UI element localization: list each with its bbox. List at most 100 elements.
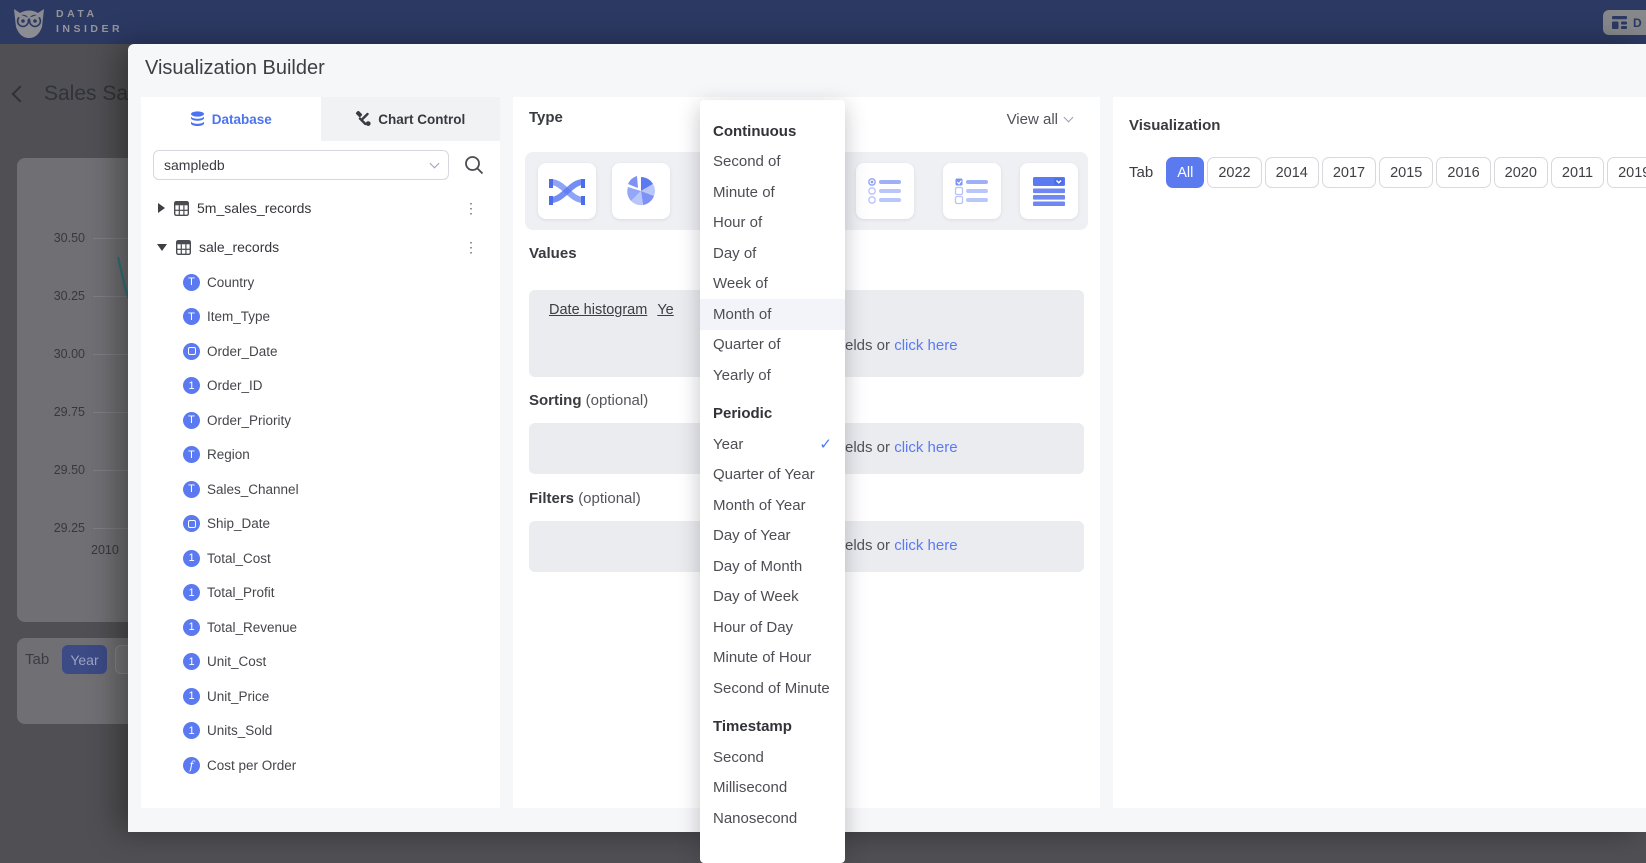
- value-pill-link[interactable]: Ye: [657, 302, 673, 318]
- kebab-menu-icon[interactable]: ⋮: [464, 239, 478, 256]
- menu-item-hour-of-day[interactable]: Hour of Day: [700, 612, 845, 643]
- dropzone-hint: elds or click here: [845, 439, 958, 456]
- year-tab-2014[interactable]: 2014: [1265, 157, 1319, 188]
- menu-item-day-of-year[interactable]: Day of Year: [700, 521, 845, 552]
- click-here-link[interactable]: click here: [894, 537, 957, 554]
- menu-item-day-of[interactable]: Day of: [700, 238, 845, 269]
- field-item[interactable]: 1Units_Sold: [141, 714, 500, 749]
- view-all-button[interactable]: View all: [1007, 111, 1072, 128]
- menu-item-month-of-year[interactable]: Month of Year: [700, 490, 845, 521]
- table-row-sale-records[interactable]: sale_records ⋮: [141, 232, 500, 262]
- chart-type-sankey[interactable]: [538, 163, 596, 219]
- caret-expanded-icon[interactable]: [157, 244, 167, 251]
- year-tab-all[interactable]: All: [1166, 157, 1204, 188]
- menu-item-day-of-month[interactable]: Day of Month: [700, 551, 845, 582]
- field-item[interactable]: 1Total_Profit: [141, 576, 500, 611]
- menu-item-month-of[interactable]: Month of: [700, 299, 845, 330]
- menu-item-nanosecond[interactable]: Nanosecond: [700, 803, 845, 834]
- year-tab-2017[interactable]: 2017: [1322, 157, 1376, 188]
- menu-item-millisecond[interactable]: Millisecond: [700, 773, 845, 804]
- year-tab-2016[interactable]: 2016: [1436, 157, 1490, 188]
- field-label: Sales_Channel: [207, 482, 299, 497]
- field-label: Region: [207, 447, 250, 462]
- field-label: Country: [207, 275, 254, 290]
- sankey-chart-icon: [549, 177, 585, 205]
- number-field-icon: 1: [183, 550, 200, 567]
- tab-database[interactable]: Database: [141, 97, 321, 141]
- table-row-5m-sales-records[interactable]: 5m_sales_records ⋮: [141, 193, 500, 223]
- menu-item-yearly-of[interactable]: Yearly of: [700, 360, 845, 391]
- year-tab-2020[interactable]: 2020: [1494, 157, 1548, 188]
- field-label: Order_ID: [207, 378, 263, 393]
- bg-tab-year[interactable]: Year: [62, 645, 107, 674]
- chart-type-select[interactable]: [1020, 163, 1078, 219]
- year-tab-2019[interactable]: 2019: [1607, 157, 1646, 188]
- date-field-icon: [183, 343, 200, 360]
- chart-type-checkbox-list[interactable]: [943, 163, 1001, 219]
- caret-collapsed-icon[interactable]: [158, 203, 165, 213]
- number-field-icon: 1: [183, 377, 200, 394]
- menu-item-minute-of-hour[interactable]: Minute of Hour: [700, 643, 845, 674]
- back-chevron-icon[interactable]: [12, 86, 29, 103]
- menu-item-year[interactable]: Year✓: [700, 429, 845, 460]
- database-panel: Database Chart Control sampledb: [141, 97, 500, 808]
- field-item[interactable]: 1Unit_Price: [141, 679, 500, 714]
- number-field-icon: 1: [183, 619, 200, 636]
- text-field-icon: T: [183, 446, 200, 463]
- menu-item-hour-of[interactable]: Hour of: [700, 208, 845, 239]
- text-field-icon: T: [183, 274, 200, 291]
- field-item[interactable]: fCost per Order: [141, 748, 500, 783]
- field-item[interactable]: T Country: [141, 265, 500, 300]
- field-item[interactable]: 1 Unit_Cost: [141, 645, 500, 680]
- field-item[interactable]: 1 Total_Cost: [141, 541, 500, 576]
- field-item[interactable]: Ship_Date: [141, 507, 500, 542]
- field-item[interactable]: T Region: [141, 438, 500, 473]
- datasource-select[interactable]: sampledb: [153, 150, 449, 180]
- field-label: Unit_Cost: [207, 654, 266, 669]
- select-dropdown-icon: [1032, 176, 1066, 206]
- click-here-link[interactable]: click here: [894, 337, 957, 354]
- dashboards-button[interactable]: D: [1603, 10, 1646, 35]
- field-item[interactable]: T Sales_Channel: [141, 472, 500, 507]
- dropzone-hint: elds or click here: [845, 537, 958, 554]
- pie-chart-icon: [625, 175, 657, 207]
- number-field-icon: 1: [183, 653, 200, 670]
- modal-title: Visualization Builder: [145, 57, 325, 80]
- values-section-label: Values: [529, 245, 577, 262]
- menu-item-second-of-minute[interactable]: Second of Minute: [700, 673, 845, 704]
- chart-type-pie[interactable]: [612, 163, 670, 219]
- year-tab-2022[interactable]: 2022: [1207, 157, 1261, 188]
- chevron-down-icon: [1064, 113, 1074, 123]
- tab-chart-control[interactable]: Chart Control: [321, 97, 501, 141]
- field-item[interactable]: 1 Order_ID: [141, 369, 500, 404]
- year-tab-2015[interactable]: 2015: [1379, 157, 1433, 188]
- menu-item-minute-of[interactable]: Minute of: [700, 177, 845, 208]
- brand-wordmark: DATA INSIDER: [56, 7, 123, 37]
- field-item[interactable]: 1Total_Revenue: [141, 610, 500, 645]
- year-tab-row: Tab All202220142017201520162020201120192: [1129, 157, 1646, 188]
- formula-field-icon: f: [183, 757, 200, 774]
- field-item[interactable]: TOrder_Priority: [141, 403, 500, 438]
- menu-item-quarter-of[interactable]: Quarter of: [700, 330, 845, 361]
- menu-item-quarter-of-year[interactable]: Quarter of Year: [700, 460, 845, 491]
- chart-type-radio-list[interactable]: [856, 163, 914, 219]
- field-item[interactable]: TItem_Type: [141, 300, 500, 335]
- text-field-icon: T: [183, 481, 200, 498]
- search-icon[interactable]: [463, 154, 485, 176]
- year-tab-2011[interactable]: 2011: [1551, 157, 1604, 188]
- kebab-menu-icon[interactable]: ⋮: [464, 200, 478, 217]
- field-label: Total_Cost: [207, 551, 271, 566]
- field-list: T Country TItem_TypeOrder_Date 1 Order_ID TOr…: [141, 265, 500, 783]
- menu-item-day-of-week[interactable]: Day of Week: [700, 582, 845, 613]
- menu-item-second-of[interactable]: Second of: [700, 147, 845, 178]
- bg-page-title: Sales Sa: [44, 82, 128, 106]
- app-header: DATA INSIDER D: [0, 0, 1646, 44]
- click-here-link[interactable]: click here: [894, 439, 957, 456]
- field-item[interactable]: Order_Date: [141, 334, 500, 369]
- tab-chart-control-label: Chart Control: [378, 112, 465, 127]
- number-field-icon: 1: [183, 722, 200, 739]
- menu-item-second[interactable]: Second: [700, 742, 845, 773]
- value-pill-link[interactable]: Date histogram: [549, 302, 647, 318]
- number-field-icon: 1: [183, 584, 200, 601]
- menu-item-week-of[interactable]: Week of: [700, 269, 845, 300]
